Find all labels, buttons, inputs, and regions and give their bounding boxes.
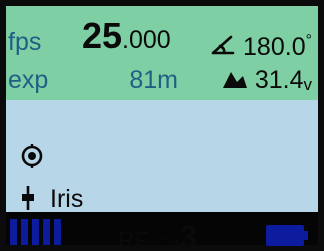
- device-screen: fps 25.000 180.0° exp 81m 31.4v Iris RF-…: [6, 6, 318, 251]
- signal-bar: [21, 219, 28, 245]
- fps-decimal: .000: [122, 26, 171, 54]
- white-balance-readout: 31.4v: [221, 68, 312, 97]
- lens-label: Iris: [50, 185, 84, 213]
- rf-label: RF-CH: [118, 227, 180, 251]
- target-icon: [21, 144, 43, 168]
- shutter-value: 180.0: [243, 33, 306, 61]
- exp-value: 81m: [129, 66, 178, 94]
- shutter-angle-icon: [211, 35, 235, 55]
- fps-label: fps: [8, 28, 42, 56]
- exp-label: exp: [8, 66, 49, 94]
- signal-bar: [54, 219, 61, 245]
- signal-bar: [32, 219, 39, 245]
- lens-icon: [22, 186, 34, 210]
- temp-value: 31.4: [254, 66, 304, 94]
- status-panel: Iris: [6, 100, 318, 212]
- rf-channel-number: 3: [179, 219, 198, 251]
- readout-panel: fps 25.000 180.0° exp 81m 31.4v: [6, 6, 318, 100]
- signal-strength-icon: [10, 219, 61, 245]
- rf-channel: RF-CH3: [118, 221, 197, 251]
- temp-unit: v: [303, 75, 313, 94]
- shutter-unit: °: [305, 32, 312, 49]
- exposure-row: exp 81m 31.4v: [6, 60, 318, 100]
- lens-control[interactable]: Iris: [18, 186, 83, 212]
- fps-value: 25.000: [82, 18, 171, 54]
- battery-icon: [266, 225, 308, 246]
- signal-bar: [10, 219, 17, 245]
- fps-integer: 25: [82, 15, 123, 56]
- fps-row: fps 25.000 180.0°: [6, 16, 318, 60]
- signal-bar: [43, 219, 50, 245]
- shutter-readout: 180.0°: [209, 28, 312, 60]
- footer-bar: RF-CH3: [6, 212, 318, 251]
- white-balance-icon: [222, 72, 247, 88]
